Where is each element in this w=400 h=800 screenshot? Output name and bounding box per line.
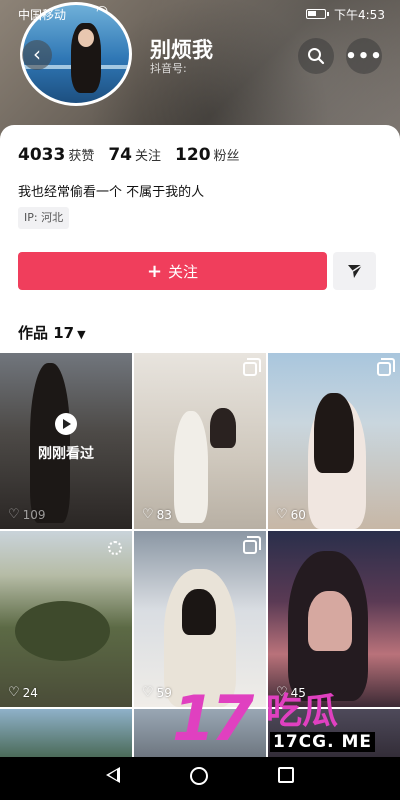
stat-likes[interactable]: 4033 获赞 [18,145,94,165]
just-watched-overlay: 刚刚看过 [0,413,132,463]
battery-icon [306,9,329,19]
multi-image-icon [243,358,261,376]
video-thumbnail[interactable]: ♡ 60 [268,353,400,529]
multi-image-icon [377,358,395,376]
profile-stats: 4033 获赞 74 关注 120 粉丝 [18,145,240,165]
heart-icon: ♡ [142,685,154,700]
stat-followers[interactable]: 120 粉丝 [175,145,240,165]
system-navigation-bar [0,757,400,800]
nav-recents-icon[interactable] [278,767,294,783]
back-button[interactable]: ‹ [22,40,52,70]
video-thumbnail[interactable]: 刚刚看过 ♡ 109 [0,353,132,529]
like-count: ♡ 109 [8,507,46,522]
works-label: 作品 17 [18,324,75,342]
heart-icon: ♡ [8,685,20,700]
caret-down-icon: ▼ [77,328,86,341]
like-count: ♡ 60 [276,507,306,522]
wifi-icon: ◠ [96,3,109,19]
heart-icon: ♡ [276,507,288,522]
live-photo-icon [108,541,122,555]
plus-icon: + [146,260,163,282]
video-thumbnail[interactable]: ♡ 83 [134,353,266,529]
heart-icon: ♡ [8,507,20,522]
chevron-left-icon: ‹ [33,42,41,66]
just-watched-label: 刚刚看过 [38,446,94,462]
follow-button[interactable]: + 关注 [18,252,327,290]
clock-label: 下午4:53 [334,8,385,22]
watermark-site: 17CG. ME [270,732,375,752]
video-thumbnail[interactable]: ♡ 24 [0,531,132,707]
profile-bio: 我也经常偷看一个 不属于我的人 [18,185,205,200]
douyin-id[interactable]: 抖音号: [150,60,187,76]
stat-following[interactable]: 74 关注 [108,145,161,165]
like-count: ♡ 83 [142,507,172,522]
works-tab[interactable]: 作品 17 ▼ [18,322,86,343]
send-arrow-icon [347,264,362,278]
search-button[interactable] [298,38,334,74]
ip-location-tag: IP: 河北 [18,207,70,229]
nav-back-icon[interactable] [106,767,120,783]
video-thumbnail[interactable] [0,709,132,757]
carrier-label: 中国移动 [18,8,67,22]
watermark-number: 17 [172,682,254,755]
like-count: ♡ 24 [8,685,38,700]
video-thumbnail[interactable]: ♡ 59 [134,531,266,707]
nav-home-icon[interactable] [190,767,208,785]
status-bar: 中国移动 ◠ 下午4:53 [0,0,400,28]
site-watermark: 17 吃瓜 17CG. ME [172,682,375,755]
watermark-text: 吃瓜 [266,691,339,732]
send-message-button[interactable] [333,252,376,290]
play-icon [55,413,77,435]
search-icon [308,48,325,65]
like-count: ♡ 59 [142,685,172,700]
follow-label: 关注 [168,262,199,281]
video-thumbnail[interactable]: ♡ 45 [268,531,400,707]
multi-image-icon [243,536,261,554]
more-dots-icon: ••• [345,45,383,67]
more-button[interactable]: ••• [345,38,383,74]
profile-page: 中国移动 ◠ 下午4:53 ‹ 别烦我 抖音号: ••• 4033 获赞 74 关注… [0,0,400,800]
heart-icon: ♡ [142,507,154,522]
